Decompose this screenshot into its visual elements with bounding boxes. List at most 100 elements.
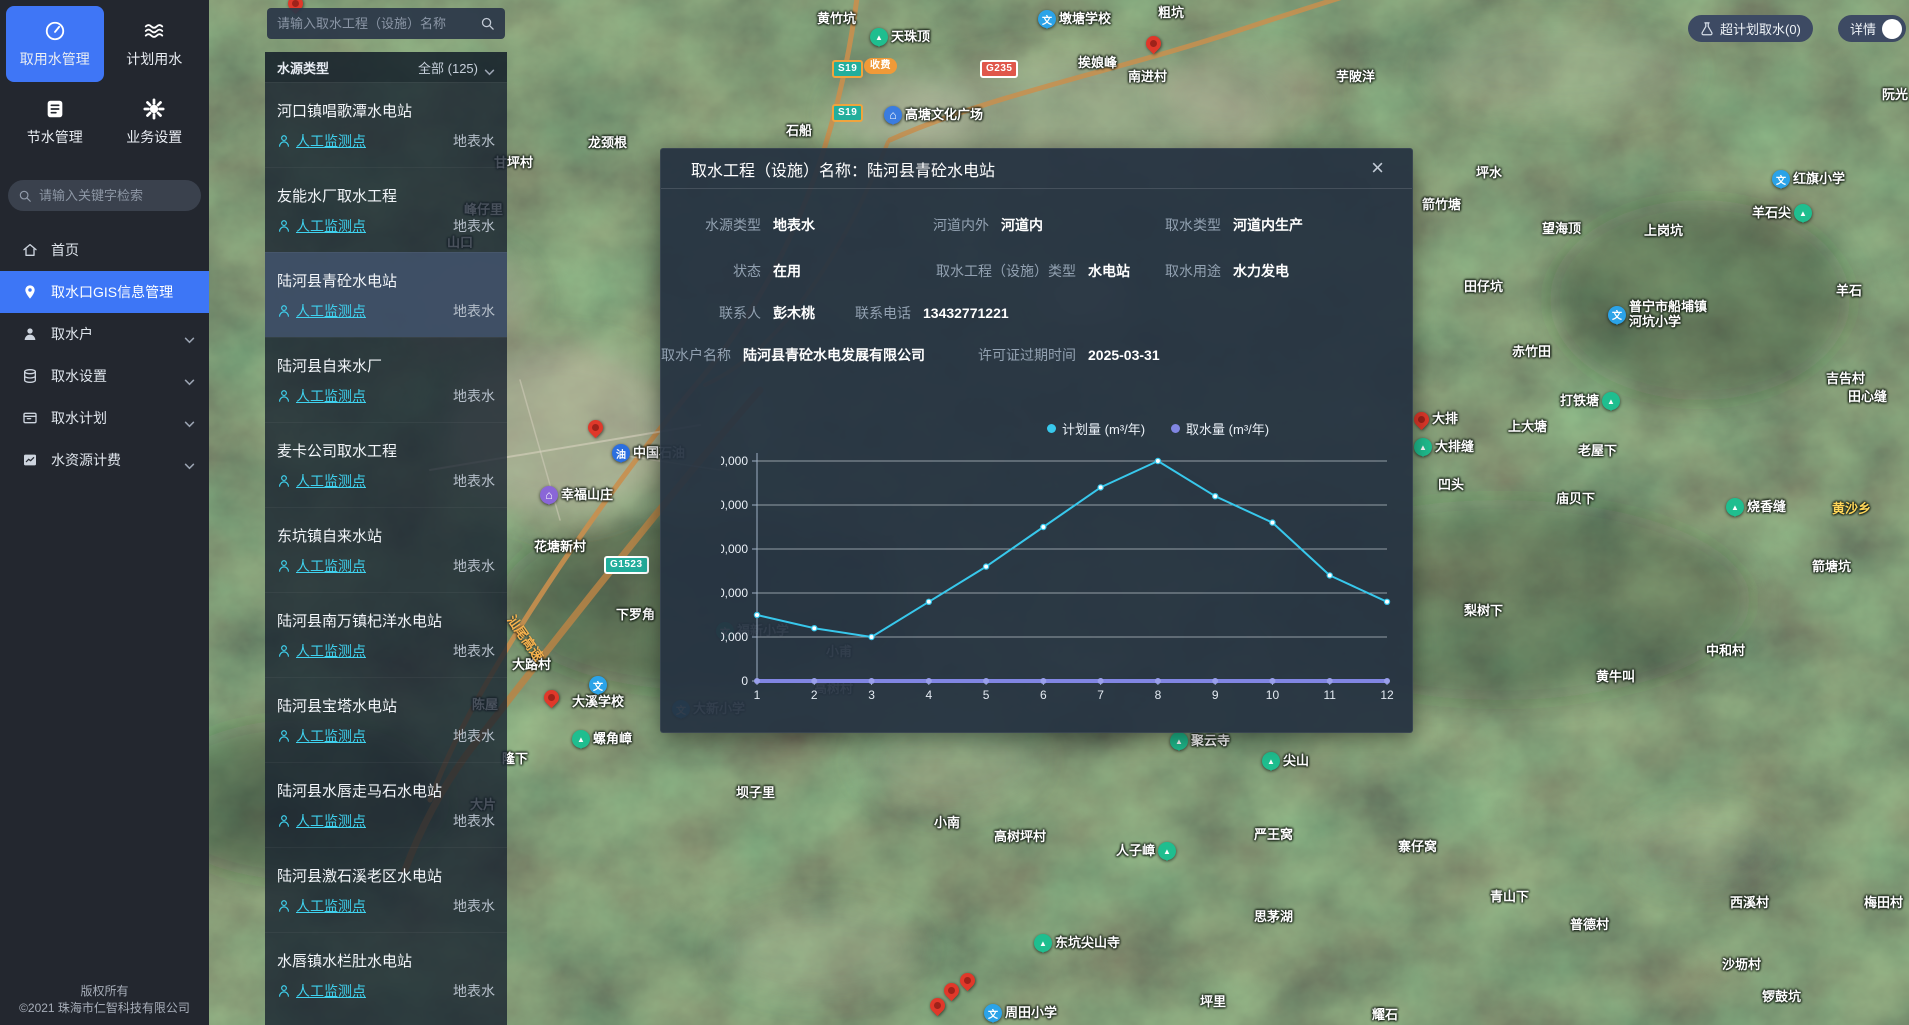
map-label: 庙贝下 <box>1556 492 1595 507</box>
map-label: 文红旗小学 <box>1772 170 1845 188</box>
module-label: 计划用水 <box>126 49 182 69</box>
map-label: ▲大排缝 <box>1414 438 1474 456</box>
module-button-1[interactable]: 计划用水 <box>106 6 204 82</box>
map-label-text: 螺角嶂 <box>593 732 632 747</box>
map-label: 沙坜村 <box>1722 958 1761 973</box>
map-label: 龙颈根 <box>588 136 627 151</box>
module-button-2[interactable]: 节水管理 <box>6 84 104 160</box>
map-label: 石船 <box>786 124 812 139</box>
map-label-text: 上岗坑 <box>1644 224 1683 239</box>
station-list-panel: 水源类型 全部 (125) 河口镇唱歌潭水电站 人工监测点 地表水 友能水厂取水… <box>265 0 507 1025</box>
sidebar-item-1[interactable]: 取水口GIS信息管理 <box>0 271 209 313</box>
mountain-icon: ▲ <box>1262 752 1280 770</box>
mountain-icon: ▲ <box>1726 498 1744 516</box>
map-label-text: 羊石尖 <box>1752 206 1791 221</box>
field-value: 陆河县青砼水电发展有限公司 <box>743 345 925 365</box>
close-icon[interactable]: × <box>1371 157 1384 179</box>
legend-item[interactable]: 计划量 (m³/年) <box>1047 419 1145 438</box>
station-list-item[interactable]: 河口镇唱歌潭水电站 人工监测点 地表水 <box>265 82 507 167</box>
station-list-item[interactable]: 友能水厂取水工程 人工监测点 地表水 <box>265 167 507 252</box>
mountain-icon: ▲ <box>572 730 590 748</box>
search-icon[interactable] <box>480 16 495 31</box>
filter-dropdown[interactable]: 全部 (125) <box>418 58 495 77</box>
map-label-text: 墩塘学校 <box>1059 12 1111 27</box>
station-list-item[interactable]: 陆河县青砼水电站 人工监测点 地表水 <box>265 252 507 337</box>
mountain-icon: ▲ <box>870 28 888 46</box>
person-icon <box>277 389 291 403</box>
map-label-text: 幸福山庄 <box>561 488 613 503</box>
toggle-knob[interactable] <box>1882 19 1902 39</box>
road-badge: 收费 <box>864 58 897 74</box>
monitor-type: 人工监测点 <box>296 131 366 151</box>
station-list-item[interactable]: 东坑镇自来水站 人工监测点 地表水 <box>265 507 507 592</box>
over-plan-water-button[interactable]: 超计划取水(0) <box>1688 15 1813 42</box>
map-label-text: 赤竹田 <box>1512 345 1551 360</box>
map-label: ▲尖山 <box>1262 752 1309 770</box>
field-label: 取水工程（设施）类型 <box>916 261 1076 281</box>
person-icon <box>277 899 291 913</box>
school-icon: 文 <box>1038 10 1056 28</box>
svg-text:4,000,000: 4,000,000 <box>721 498 748 512</box>
module-button-0[interactable]: 取用水管理 <box>6 6 104 82</box>
map-label: 耀石 <box>1372 1008 1398 1023</box>
map-label: 芋陂洋 <box>1336 70 1375 85</box>
resort-icon: ⌂ <box>540 486 558 504</box>
station-list-item[interactable]: 陆河县南万镇杞洋水电站 人工监测点 地表水 <box>265 592 507 677</box>
station-list-item[interactable]: 陆河县自来水厂 人工监测点 地表水 <box>265 337 507 422</box>
station-search-input[interactable] <box>277 16 480 31</box>
map-label-text: 天珠顶 <box>891 30 930 45</box>
station-detail-modal: 取水工程（设施）名称：陆河县青砼水电站 × 水源类型 地表水河道内外 河道内取水… <box>660 148 1413 733</box>
sidebar-item-label: 取水口GIS信息管理 <box>51 282 173 302</box>
map-label-text: 大排缝 <box>1435 440 1474 455</box>
map-label: 思茅湖 <box>1254 910 1293 925</box>
map-label: 挨娘峰 <box>1078 56 1117 71</box>
map-label-text: 耀石 <box>1372 1008 1398 1023</box>
field-label: 取水用途 <box>1151 261 1221 281</box>
water-source: 地表水 <box>453 896 495 916</box>
map-label-text: 龙颈根 <box>588 136 627 151</box>
map-label: 老屋下 <box>1578 444 1617 459</box>
map-label-text: 打铁塘 <box>1560 394 1599 409</box>
sidebar-item-label: 首页 <box>51 240 79 260</box>
mountain-icon: ▲ <box>1158 842 1176 860</box>
sidebar-item-2[interactable]: 取水户 <box>0 313 209 355</box>
map-label: ▲天珠顶 <box>870 28 930 46</box>
field-label: 联系人 <box>691 303 761 323</box>
map-label: 田心缝 <box>1848 390 1887 405</box>
sidebar-item-4[interactable]: 取水计划 <box>0 397 209 439</box>
station-list-item[interactable]: 陆河县宝塔水电站 人工监测点 地表水 <box>265 677 507 762</box>
map-label-text: 普德村 <box>1570 918 1609 933</box>
water-source: 地表水 <box>453 641 495 661</box>
sidebar-item-0[interactable]: 首页 <box>0 229 209 271</box>
search-icon <box>18 189 32 203</box>
detail-toggle[interactable]: 详情 <box>1838 15 1906 42</box>
module-button-3[interactable]: 业务设置 <box>106 84 204 160</box>
module-label: 业务设置 <box>126 127 182 147</box>
monitor-type: 人工监测点 <box>296 641 366 661</box>
sidebar-search-input[interactable] <box>39 188 191 203</box>
map-label: ▲聚云寺 <box>1170 732 1230 750</box>
map-label-text: 西溪村 <box>1730 896 1769 911</box>
station-list-item[interactable]: 麦卡公司取水工程 人工监测点 地表水 <box>265 422 507 507</box>
field-label: 水源类型 <box>691 215 761 235</box>
map-label-text: 坪里 <box>1200 995 1226 1010</box>
station-list-item[interactable]: 陆河县激石溪老区水电站 人工监测点 地表水 <box>265 847 507 932</box>
station-list-item[interactable]: 陆河县水唇走马石水电站 人工监测点 地表水 <box>265 762 507 847</box>
map-label: ⌂幸福山庄 <box>540 486 613 504</box>
svg-text:0: 0 <box>741 674 748 688</box>
sidebar-item-label: 取水户 <box>51 324 93 344</box>
sidebar-item-5[interactable]: 水资源计费 <box>0 439 209 481</box>
map-label-text: 挨娘峰 <box>1078 56 1117 71</box>
map-label-text: 芋陂洋 <box>1336 70 1375 85</box>
station-list-item[interactable]: 水唇镇水栏肚水电站 人工监测点 地表水 <box>265 932 507 1017</box>
gas-icon: 油 <box>612 444 630 462</box>
monitor-type: 人工监测点 <box>296 811 366 831</box>
map-label-text: 高塘文化广场 <box>905 108 983 123</box>
sidebar-item-3[interactable]: 取水设置 <box>0 355 209 397</box>
legend-item[interactable]: 取水量 (m³/年) <box>1171 419 1269 438</box>
map-label: 粗坑 <box>1158 6 1184 21</box>
legend-dot-icon <box>1171 424 1180 433</box>
map-label-text: 下罗角 <box>616 608 655 623</box>
copyright: 版权所有 ©2021 珠海市仁智科技有限公司 <box>0 983 209 1017</box>
svg-text:10: 10 <box>1266 688 1280 702</box>
